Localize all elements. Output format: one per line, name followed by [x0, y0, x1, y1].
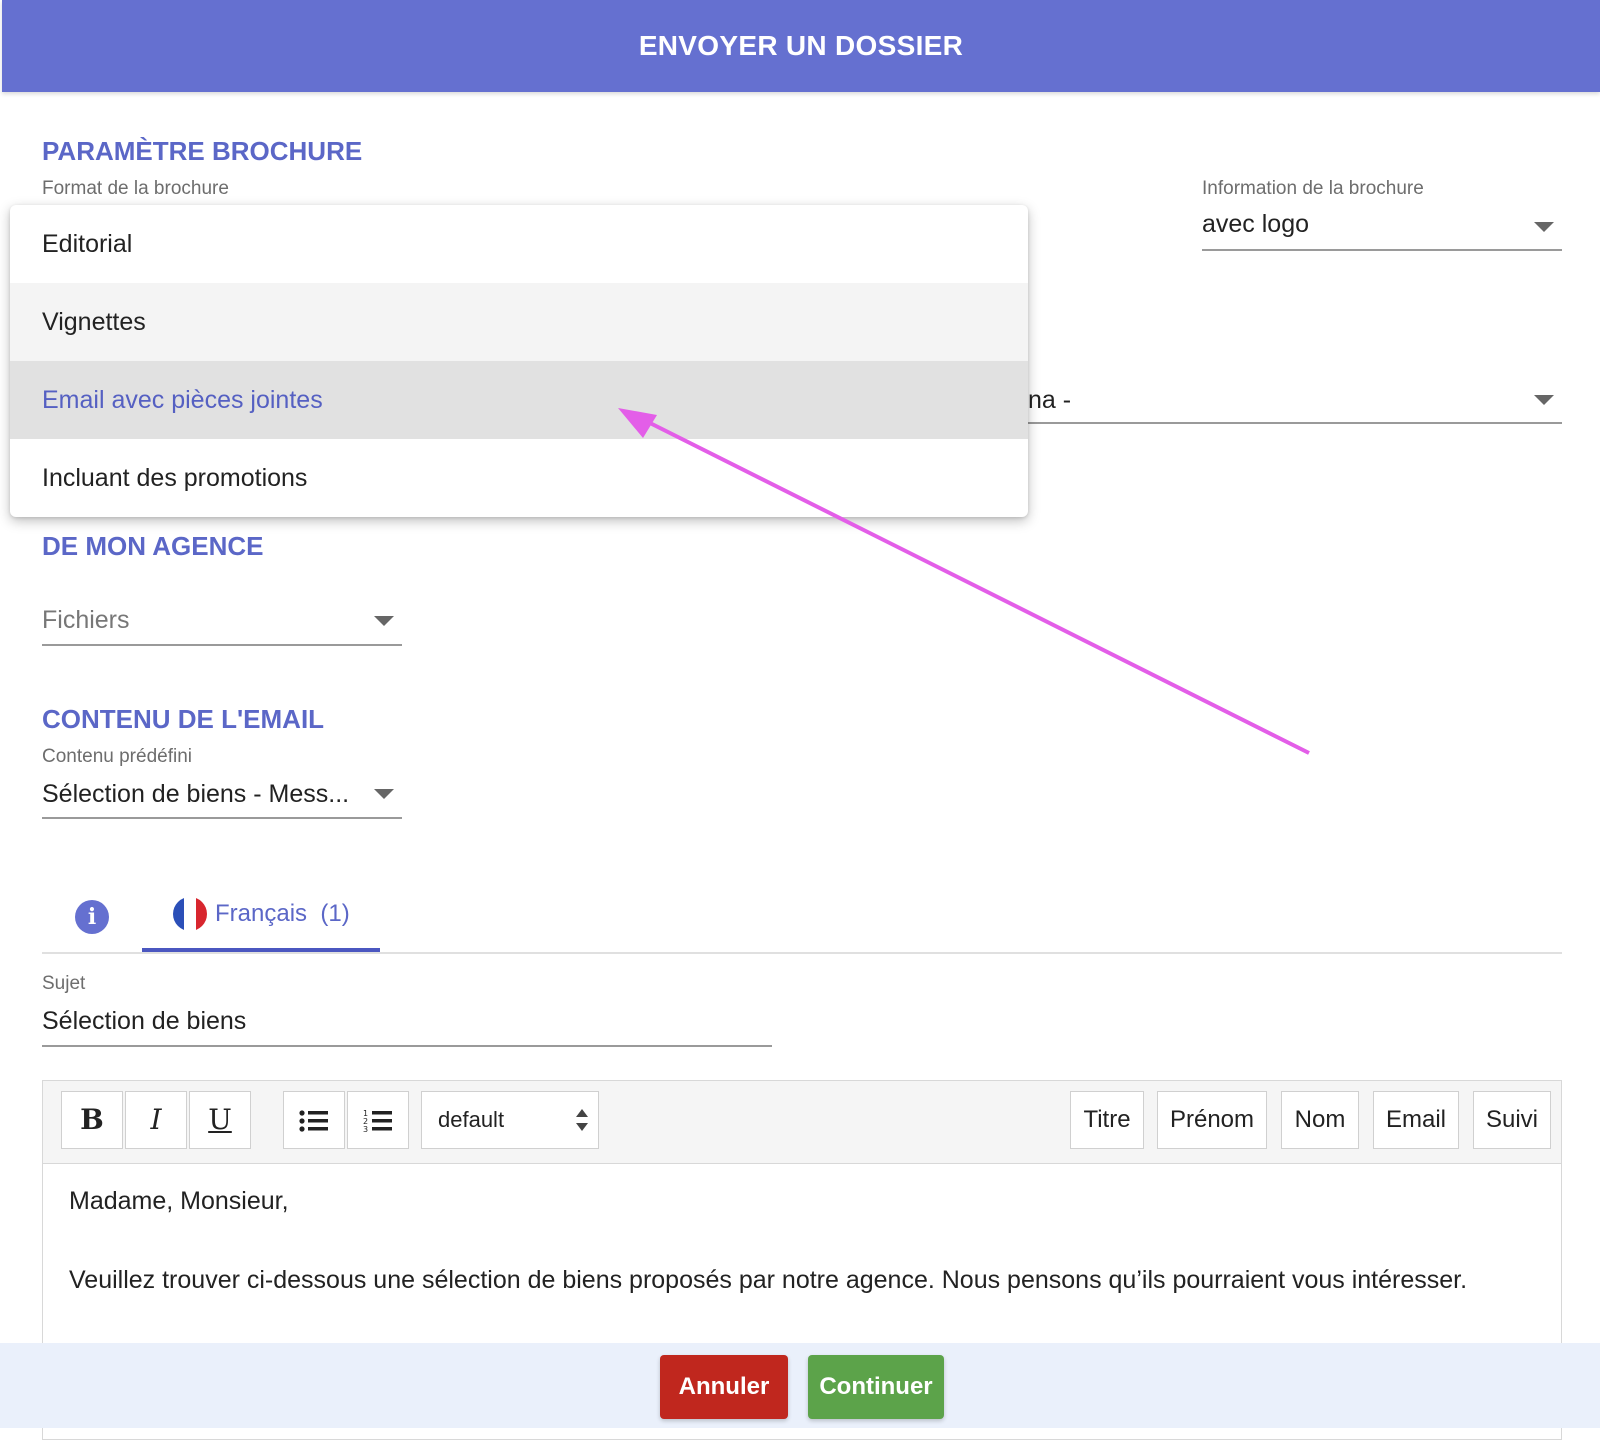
files-select[interactable]: Fichiers	[42, 606, 130, 635]
continue-button[interactable]: Continuer	[808, 1355, 944, 1419]
hidden-select-value[interactable]: na -	[1028, 386, 1071, 415]
tab-active-indicator	[142, 948, 380, 952]
predefined-select-underline	[42, 817, 402, 819]
editor-body-line-2[interactable]: Veuillez trouver ci-dessous une sélectio…	[69, 1266, 1467, 1295]
agence-section-title: DE MON AGENCE	[42, 531, 264, 561]
tab-language-label: Français	[215, 900, 308, 927]
french-flag-icon[interactable]	[173, 897, 207, 931]
predefined-label: Contenu prédéfini	[42, 746, 192, 767]
numbered-list-button[interactable]: 1 2 3	[347, 1091, 409, 1149]
tab-language-count: (1)	[320, 900, 350, 927]
info-icon[interactable]: i	[75, 900, 109, 934]
info-label: Information de la brochure	[1202, 178, 1424, 199]
svg-text:3: 3	[363, 1125, 368, 1134]
subject-underline	[42, 1045, 772, 1047]
info-select-chevron-down-icon[interactable]	[1534, 222, 1554, 232]
cancel-button[interactable]: Annuler	[660, 1355, 788, 1419]
modal-title: ENVOYER UN DOSSIER	[638, 30, 964, 61]
format-dropdown-menu: Editorial Vignettes Email avec pièces jo…	[10, 205, 1028, 517]
hidden-select-chevron-down-icon[interactable]	[1534, 395, 1554, 405]
subject-input[interactable]: Sélection de biens	[42, 1007, 246, 1036]
insert-prenom-button[interactable]: Prénom	[1157, 1091, 1267, 1149]
files-select-underline	[42, 644, 402, 646]
predefined-chevron-down-icon[interactable]	[374, 789, 394, 799]
format-option-vignettes[interactable]: Vignettes	[10, 283, 1028, 361]
numbered-list-icon: 1 2 3	[363, 1109, 392, 1134]
bullet-list-button[interactable]	[283, 1091, 345, 1149]
files-chevron-down-icon[interactable]	[374, 616, 394, 626]
info-select-value[interactable]: avec logo	[1202, 210, 1309, 239]
insert-suivi-button[interactable]: Suivi	[1473, 1091, 1551, 1149]
bullet-list-icon	[299, 1110, 328, 1132]
brochure-section-title: PARAMÈTRE BROCHURE	[42, 136, 363, 166]
underline-button[interactable]: U	[189, 1091, 251, 1149]
editor-body-line-1[interactable]: Madame, Monsieur,	[69, 1187, 289, 1216]
format-option-editorial[interactable]: Editorial	[10, 205, 1028, 283]
format-option-promotions[interactable]: Incluant des promotions	[10, 439, 1028, 517]
italic-button[interactable]: I	[125, 1091, 187, 1149]
predefined-select-value[interactable]: Sélection de biens - Mess...	[42, 780, 349, 809]
email-section-title: CONTENU DE L'EMAIL	[42, 704, 325, 734]
hidden-select-underline	[1028, 422, 1562, 424]
insert-nom-button[interactable]: Nom	[1281, 1091, 1359, 1149]
font-select-value: default	[438, 1107, 505, 1132]
tab-francais[interactable]: Français (1)	[215, 900, 350, 928]
insert-titre-button[interactable]: Titre	[1070, 1091, 1144, 1149]
subject-label: Sujet	[42, 973, 86, 994]
select-arrows-icon	[576, 1109, 588, 1131]
editor-toolbar: B I U 1 2 3 default Titre Prénom Nom Ema…	[43, 1081, 1561, 1164]
tab-bar-divider	[42, 952, 1562, 954]
font-select[interactable]: default	[421, 1091, 599, 1149]
bold-button[interactable]: B	[61, 1091, 123, 1149]
format-label: Format de la brochure	[42, 178, 229, 199]
modal-footer	[0, 1343, 1600, 1428]
modal-header: ENVOYER UN DOSSIER	[2, 0, 1600, 92]
format-option-email-attachments[interactable]: Email avec pièces jointes	[10, 361, 1028, 439]
info-select-underline	[1202, 249, 1562, 251]
insert-email-button[interactable]: Email	[1373, 1091, 1459, 1149]
